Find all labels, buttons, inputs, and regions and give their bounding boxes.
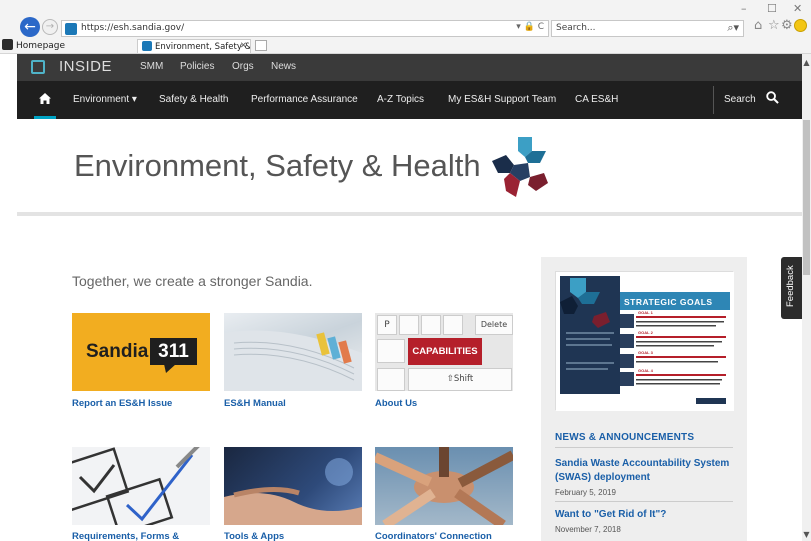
inside-link-smm[interactable]: SMM: [140, 61, 163, 72]
browser-search-box[interactable]: Search... ⌕▾: [551, 20, 744, 37]
settings-gear-icon[interactable]: ⚙: [781, 18, 793, 33]
news-heading: NEWS & ANNOUNCEMENTS: [555, 432, 695, 443]
home-nav-icon[interactable]: [34, 81, 56, 119]
main-nav: Environment ▾ Safety & Health Performanc…: [17, 81, 802, 119]
card-label-about-us[interactable]: About Us: [375, 398, 417, 409]
key-bracket-right: [421, 315, 441, 335]
nav-divider: [713, 86, 714, 114]
home-icon[interactable]: ⌂: [754, 18, 762, 33]
site-search-icon[interactable]: [766, 91, 779, 104]
page-title: Environment, Safety & Health: [74, 148, 481, 183]
scroll-thumb[interactable]: [803, 120, 810, 275]
news-item-date: February 5, 2019: [555, 488, 616, 497]
site-search-label[interactable]: Search: [724, 94, 756, 105]
news-item-title[interactable]: Want to "Get Rid of It"?: [555, 508, 735, 522]
nav-performance-assurance[interactable]: Performance Assurance: [251, 94, 358, 105]
browser-chrome: – ☐ ✕ ← → https://esh.sandia.gov/ ▾ 🔒 C …: [0, 0, 811, 54]
news-divider: [555, 447, 733, 448]
minimize-icon[interactable]: –: [741, 2, 747, 15]
esh-logo-icon[interactable]: [488, 135, 552, 199]
close-window-icon[interactable]: ✕: [793, 2, 802, 15]
tagline: Together, we create a stronger Sandia.: [72, 273, 313, 289]
key-semicolon: [377, 339, 405, 363]
tab-title: Environment, Safety & Heal...: [155, 42, 251, 52]
feedback-tab[interactable]: Feedback: [781, 257, 802, 319]
news-item-title[interactable]: Sandia Waste Accountability System (SWAS…: [555, 457, 735, 485]
page-scrollbar[interactable]: ▲ ▼: [802, 54, 811, 541]
card-label-esh-manual[interactable]: ES&H Manual: [224, 398, 286, 409]
strategic-goals-title: STRATEGIC GOALS: [624, 297, 713, 307]
inside-link-orgs[interactable]: Orgs: [232, 61, 254, 72]
report-issue-image[interactable]: Sandia 311: [72, 313, 210, 391]
badge-311: 311: [150, 338, 197, 365]
inside-logo-icon[interactable]: [31, 60, 45, 74]
favorites-item-label: Homepage: [16, 41, 66, 51]
card-label-coordinators[interactable]: Coordinators' Connection: [375, 531, 492, 541]
key-backslash: [443, 315, 463, 335]
search-icon[interactable]: ⌕▾: [727, 21, 739, 35]
key-p: P: [377, 315, 397, 335]
nav-safety-health[interactable]: Safety & Health: [159, 94, 228, 105]
tab-close-icon[interactable]: ✕: [240, 41, 247, 51]
new-tab-button[interactable]: [255, 40, 267, 51]
tools-apps-image[interactable]: [224, 447, 362, 525]
checkbox-icon: [72, 447, 200, 525]
open-book-icon: [224, 330, 362, 391]
key-delete: Delete: [475, 315, 513, 335]
key-bracket-left: [399, 315, 419, 335]
strategic-goals-image[interactable]: STRATEGIC GOALS GOAL 1 GOAL 2 GOAL 3 GOA…: [555, 271, 734, 411]
nav-ca-esh[interactable]: CA ES&H: [575, 94, 618, 105]
key-slash: [377, 368, 405, 391]
favorites-bar-item[interactable]: Homepage: [2, 39, 65, 51]
capabilities-key: CAPABILITIES: [408, 338, 482, 365]
goal-1-label: GOAL 1: [638, 310, 653, 315]
active-tab[interactable]: Environment, Safety & Heal... ✕: [137, 39, 251, 53]
address-controls[interactable]: ▾ 🔒 C: [516, 22, 544, 32]
nav-az-topics[interactable]: A-Z Topics: [377, 94, 424, 105]
page-banner: Environment, Safety & Health: [17, 119, 802, 216]
address-text[interactable]: https://esh.sandia.gov/: [81, 23, 184, 33]
esh-manual-image[interactable]: [224, 313, 362, 391]
sandia-wordmark: Sandia: [86, 341, 149, 362]
inside-link-policies[interactable]: Policies: [180, 61, 214, 72]
feedback-smiley-icon[interactable]: [794, 19, 807, 32]
goal-3-label: GOAL 3: [638, 350, 653, 355]
back-button[interactable]: ←: [20, 17, 40, 37]
key-shift: ⇧Shift: [408, 368, 512, 391]
tab-row: Homepage Environment, Safety & Heal... ✕: [0, 38, 811, 53]
speech-tail-icon: [164, 364, 176, 373]
scroll-up-icon[interactable]: ▲: [802, 58, 811, 67]
nav-environment[interactable]: Environment ▾: [73, 94, 137, 105]
news-item-date: November 7, 2018: [555, 525, 621, 534]
maximize-icon[interactable]: ☐: [767, 2, 777, 15]
favorites-star-icon[interactable]: ☆: [768, 18, 780, 33]
browser-window: – ☐ ✕ ← → https://esh.sandia.gov/ ▾ 🔒 C …: [0, 0, 811, 541]
strategic-goals-graphic: [556, 272, 734, 411]
goal-4-label: GOAL 4: [638, 368, 653, 373]
inside-link-news[interactable]: News: [271, 61, 296, 72]
news-divider: [555, 501, 733, 502]
card-label-tools-apps[interactable]: Tools & Apps: [224, 531, 284, 541]
tab-favicon-icon: [142, 41, 152, 51]
inside-bar: INSIDE SMM Policies Orgs News: [17, 54, 802, 81]
card-label-report-issue[interactable]: Report an ES&H Issue: [72, 398, 172, 409]
requirements-image[interactable]: [72, 447, 210, 525]
card-label-requirements[interactable]: Requirements, Forms &: [72, 531, 179, 541]
stacked-hands-icon: [375, 447, 513, 525]
scroll-down-icon[interactable]: ▼: [802, 530, 811, 539]
touchscreen-hand-icon: [224, 458, 362, 525]
about-us-image[interactable]: P Delete CAPABILITIES ⇧Shift: [375, 313, 513, 391]
address-bar[interactable]: https://esh.sandia.gov/ ▾ 🔒 C: [61, 20, 549, 37]
forward-button[interactable]: →: [42, 19, 58, 35]
goal-2-label: GOAL 2: [638, 330, 653, 335]
browser-search-placeholder[interactable]: Search...: [556, 23, 596, 33]
coordinators-image[interactable]: [375, 447, 513, 525]
feedback-label: Feedback: [785, 265, 796, 307]
homepage-favicon-icon: [2, 39, 13, 50]
inside-title[interactable]: INSIDE: [59, 58, 112, 75]
nav-support-team[interactable]: My ES&H Support Team: [448, 94, 556, 105]
site-favicon-icon: [65, 23, 77, 35]
